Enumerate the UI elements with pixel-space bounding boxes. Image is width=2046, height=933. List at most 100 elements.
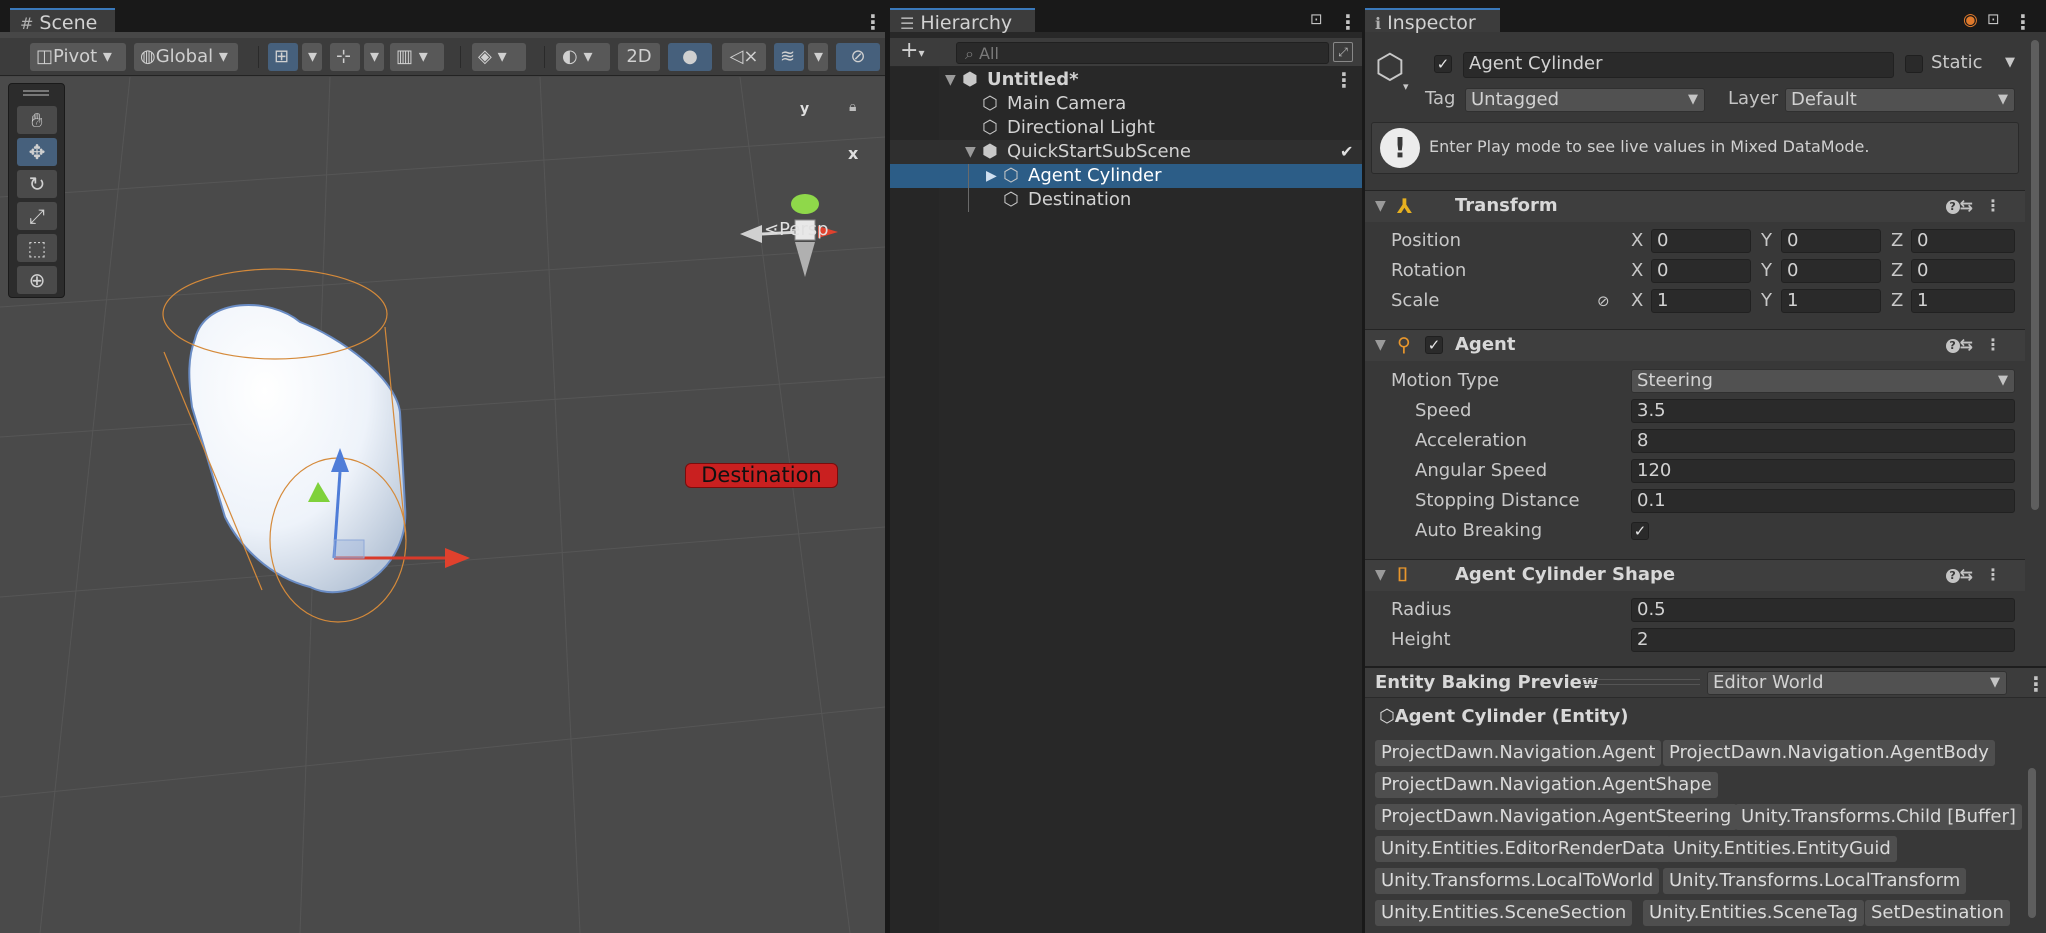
static-dropdown-icon[interactable]: ▼ xyxy=(2005,55,2015,70)
active-checkbox[interactable]: ✓ xyxy=(1434,55,1452,73)
rect-tool[interactable]: ⬚ xyxy=(17,234,57,262)
acceleration-field[interactable]: 8 xyxy=(1631,429,2015,453)
expand-arrow-icon[interactable]: ▼ xyxy=(945,68,956,92)
scene-viewport[interactable]: y x 🔒︎ xyxy=(0,77,885,933)
lock-icon[interactable]: ⊡ xyxy=(1310,10,1323,28)
help-icon[interactable]: ? xyxy=(1945,568,1960,583)
grid-snap-toggle[interactable]: ⊞ xyxy=(268,43,298,71)
hierarchy-row-untitled[interactable]: ▼ ⬢ Untitled* ⋮ xyxy=(890,68,1362,92)
chevron-down-icon[interactable]: ▾ xyxy=(1403,80,1409,93)
component-tag[interactable]: Unity.Entities.SceneSection xyxy=(1375,900,1633,926)
increment-snap-toggle[interactable]: ⊹ xyxy=(330,43,360,71)
object-name-field[interactable]: Agent Cylinder xyxy=(1463,52,1894,78)
component-tag[interactable]: Unity.Entities.EditorRenderData xyxy=(1375,836,1671,862)
gizmos-dropdown[interactable]: ◈ ▾ xyxy=(472,43,526,71)
scale-x-field[interactable]: 1 xyxy=(1651,289,1751,313)
lock-icon[interactable]: ⊡ xyxy=(1987,10,2000,28)
persp-toggle[interactable]: ⋖Persp xyxy=(764,219,829,240)
debug-mode-icon[interactable]: ◉ xyxy=(1963,10,1978,30)
component-tag[interactable]: ProjectDawn.Navigation.AgentBody xyxy=(1663,740,1995,766)
component-header-icons[interactable]: ? ⇆⋮ xyxy=(1945,191,2013,221)
expand-arrow-icon[interactable]: ▼ xyxy=(965,140,976,164)
hierarchy-row-destination[interactable]: ⬡ Destination xyxy=(890,188,1362,212)
grid-visibility-dropdown[interactable]: ▥ ▾ xyxy=(390,43,444,71)
world-dropdown[interactable]: Editor World ▼ xyxy=(1707,671,2007,695)
baking-menu-icon[interactable]: ⋮ xyxy=(2026,674,2046,694)
scene-visibility-toggle[interactable]: ⊘ xyxy=(836,43,880,71)
hierarchy-menu-icon[interactable]: ⋮ xyxy=(1338,12,1358,32)
auto-breaking-checkbox[interactable]: ✓ xyxy=(1631,522,1649,540)
position-z-field[interactable]: 0 xyxy=(1911,229,2015,253)
increment-snap-dropdown[interactable]: ▾ xyxy=(364,43,384,71)
component-header-icons[interactable]: ? ⇆⋮ xyxy=(1945,560,2013,590)
effects-toggle[interactable]: ≋ xyxy=(774,43,804,71)
radius-field[interactable]: 0.5 xyxy=(1631,598,2015,622)
component-tag[interactable]: ProjectDawn.Navigation.AgentSteering xyxy=(1375,804,1738,830)
hand-tool[interactable]: ✋︎ xyxy=(17,106,57,134)
collapse-arrow-icon[interactable]: ▼ xyxy=(1375,560,1386,590)
audio-toggle[interactable]: ◁× xyxy=(722,43,766,71)
position-x-field[interactable]: 0 xyxy=(1651,229,1751,253)
component-tag[interactable]: Unity.Entities.SceneTag xyxy=(1643,900,1864,926)
rotate-tool[interactable]: ↻ xyxy=(17,170,57,198)
rotation-y-field[interactable]: 0 xyxy=(1781,259,1881,283)
hierarchy-row-directional-light[interactable]: ⬡ Directional Light xyxy=(890,116,1362,140)
rotation-x-field[interactable]: 0 xyxy=(1651,259,1751,283)
agent-enabled-checkbox[interactable]: ✓ xyxy=(1425,336,1443,354)
component-tag[interactable]: Unity.Transforms.LocalTransform xyxy=(1663,868,1967,894)
lighting-toggle[interactable]: ● xyxy=(668,43,712,71)
hierarchy-row-main-camera[interactable]: ⬡ Main Camera xyxy=(890,92,1362,116)
inspector-tab[interactable]: ℹ Inspector xyxy=(1365,8,1500,34)
grid-snap-dropdown[interactable]: ▾ xyxy=(302,43,322,71)
hierarchy-tab[interactable]: ☰ Hierarchy xyxy=(890,8,1035,34)
add-object-button[interactable]: +▾ xyxy=(900,38,924,63)
tag-dropdown[interactable]: Untagged ▼ xyxy=(1465,88,1705,112)
component-tag[interactable]: SetDestination xyxy=(1865,900,2010,926)
effects-dropdown[interactable]: ▾ xyxy=(808,43,828,71)
transform-tool[interactable]: ⊕ xyxy=(17,266,57,294)
help-icon[interactable]: ? xyxy=(1945,338,1960,353)
global-dropdown[interactable]: ◍Global ▾ xyxy=(134,43,238,71)
move-tool[interactable]: ✥ xyxy=(17,138,57,166)
layer-dropdown[interactable]: Default ▼ xyxy=(1785,88,2015,112)
help-icon[interactable]: ? xyxy=(1945,199,1960,214)
scale-tool[interactable]: ⤢ xyxy=(17,202,57,230)
component-header-icons[interactable]: ? ⇆⋮ xyxy=(1945,330,2013,360)
scale-y-field[interactable]: 1 xyxy=(1781,289,1881,313)
subscene-checkmark-icon[interactable]: ✔ xyxy=(1340,140,1353,164)
hierarchy-search-input[interactable]: ⌕ All xyxy=(956,42,1329,64)
scene-menu-icon[interactable]: ⋮ xyxy=(863,12,883,32)
inspector-menu-icon[interactable]: ⋮ xyxy=(2013,12,2033,32)
scene-tab[interactable]: # Scene xyxy=(10,8,115,34)
lock-icon[interactable]: 🔒︎ xyxy=(849,99,856,115)
collapse-arrow-icon[interactable]: ▼ xyxy=(1375,330,1386,360)
component-tag[interactable]: ProjectDawn.Navigation.Agent xyxy=(1375,740,1662,766)
destination-label[interactable]: Destination xyxy=(685,463,838,488)
speed-field[interactable]: 3.5 xyxy=(1631,399,2015,423)
scene-search-mode-icon[interactable]: ⤢ xyxy=(1333,42,1353,62)
component-tag[interactable]: Unity.Entities.EntityGuid xyxy=(1667,836,1897,862)
drag-handle[interactable] xyxy=(23,90,49,96)
scene-row-menu-icon[interactable]: ⋮ xyxy=(1334,70,1354,90)
baking-scrollbar[interactable] xyxy=(2028,768,2036,918)
pivot-dropdown[interactable]: ◫Pivot ▾ xyxy=(30,43,126,71)
hierarchy-row-subscene[interactable]: ▼ ⬢ QuickStartSubScene ✔ xyxy=(890,140,1362,164)
stopping-distance-field[interactable]: 0.1 xyxy=(1631,489,2015,513)
shading-mode-dropdown[interactable]: ◐ ▾ xyxy=(556,43,610,71)
component-tag[interactable]: Unity.Transforms.LocalToWorld xyxy=(1375,868,1660,894)
position-y-field[interactable]: 0 xyxy=(1781,229,1881,253)
collapse-arrow-icon[interactable]: ▼ xyxy=(1375,191,1386,221)
agent-cylinder-shape-header[interactable]: ▼ ⌷ Agent Cylinder Shape ? ⇆⋮ xyxy=(1365,559,2025,591)
transform-header[interactable]: ▼ ⅄ Transform ? ⇆⋮ xyxy=(1365,190,2025,222)
splitter-handle[interactable] xyxy=(1580,679,1700,685)
inspector-scrollbar[interactable] xyxy=(2031,40,2039,510)
agent-cylinder-mesh[interactable] xyxy=(188,304,407,594)
scale-z-field[interactable]: 1 xyxy=(1911,289,2015,313)
expand-arrow-icon[interactable]: ▶ xyxy=(986,164,997,188)
height-field[interactable]: 2 xyxy=(1631,628,2015,652)
component-tag[interactable]: ProjectDawn.Navigation.AgentShape xyxy=(1375,772,1718,798)
rotation-z-field[interactable]: 0 xyxy=(1911,259,2015,283)
agent-header[interactable]: ▼ ⚲ ✓ Agent ? ⇆⋮ xyxy=(1365,329,2025,361)
component-tag[interactable]: Unity.Transforms.Child [Buffer] xyxy=(1735,804,2022,830)
toggle-2d-button[interactable]: 2D xyxy=(618,43,660,71)
